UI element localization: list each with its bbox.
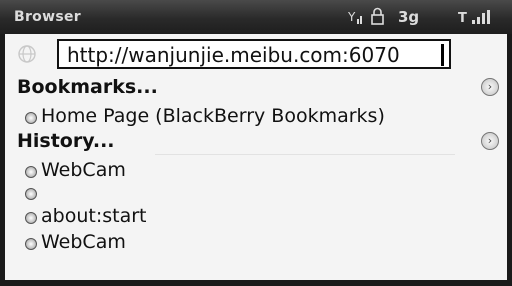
blackberry-browser-screen: Browser Y 3g T http://wanjunjie.meibu.co…: [0, 0, 512, 286]
history-bullet-icon: [25, 238, 37, 250]
app-title: Browser: [14, 9, 81, 25]
url-text: http://wanjunjie.meibu.com:6070: [67, 43, 400, 67]
history-bullet-icon: [25, 188, 37, 200]
history-item[interactable]: WebCam: [17, 230, 487, 256]
browser-content: http://wanjunjie.meibu.com:6070 Bookmark…: [5, 34, 507, 280]
bookmarks-heading[interactable]: Bookmarks...: [17, 76, 158, 98]
history-bullet-icon: [25, 166, 37, 178]
svg-text:T: T: [458, 11, 467, 26]
faint-divider: [155, 154, 455, 155]
bookmark-item[interactable]: Home Page (BlackBerry Bookmarks): [17, 104, 487, 130]
signal-bars-icon: T: [458, 8, 498, 28]
bookmark-label: Home Page (BlackBerry Bookmarks): [41, 105, 385, 127]
history-label: WebCam: [41, 231, 126, 253]
history-bullet-icon: [25, 212, 37, 224]
bottom-bezel: [0, 280, 512, 286]
network-type: 3g: [398, 8, 420, 26]
history-item[interactable]: WebCam: [17, 158, 487, 184]
history-heading[interactable]: History...: [17, 130, 115, 152]
text-cursor: [441, 44, 444, 66]
bookmarks-expand-icon[interactable]: ›: [481, 78, 499, 96]
history-item[interactable]: [17, 184, 487, 204]
title-bar: Browser Y 3g T: [0, 0, 512, 34]
globe-icon: [17, 44, 39, 64]
history-label: WebCam: [41, 159, 126, 181]
url-input[interactable]: http://wanjunjie.meibu.com:6070: [57, 39, 451, 69]
lock-icon: [370, 7, 386, 27]
address-row: http://wanjunjie.meibu.com:6070: [5, 36, 507, 72]
history-label: about:start: [41, 205, 147, 227]
signal-indicator-icon: Y: [347, 7, 364, 27]
bookmark-bullet-icon: [25, 112, 37, 124]
history-item[interactable]: about:start: [17, 204, 487, 230]
svg-text:Y: Y: [348, 10, 356, 24]
history-expand-icon[interactable]: ›: [481, 132, 499, 150]
